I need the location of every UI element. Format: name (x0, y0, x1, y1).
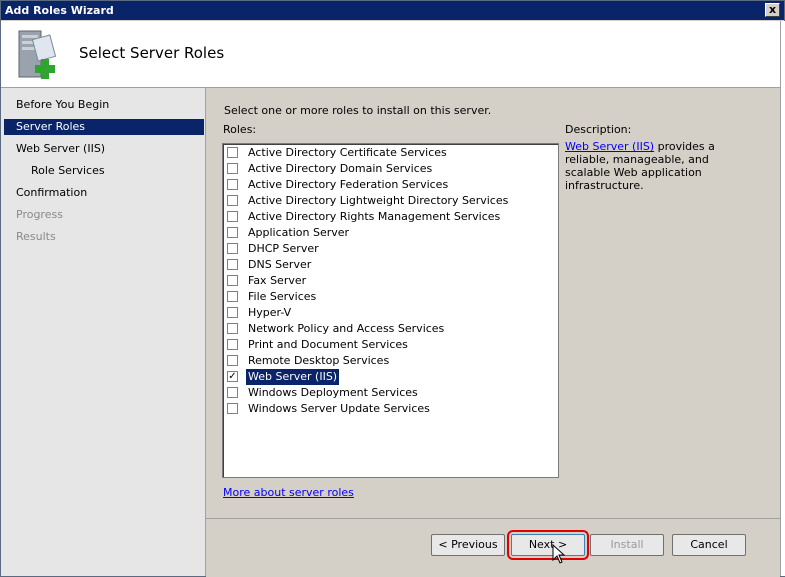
nav-item-before-you-begin[interactable]: Before You Begin (4, 97, 204, 113)
role-checkbox[interactable] (227, 339, 238, 350)
page-title: Select Server Roles (79, 44, 225, 62)
role-checkbox[interactable] (227, 179, 238, 190)
role-label[interactable]: Active Directory Rights Management Servi… (246, 209, 502, 225)
role-label[interactable]: Application Server (246, 225, 351, 241)
more-about-server-roles-link[interactable]: More about server roles (223, 486, 354, 499)
wizard-header: Select Server Roles (1, 21, 780, 88)
role-checkbox[interactable] (227, 195, 238, 206)
right-edge-strip (780, 21, 785, 576)
role-label[interactable]: Fax Server (246, 273, 308, 289)
description-link[interactable]: Web Server (IIS) (565, 140, 654, 153)
title-bar[interactable]: Add Roles Wizard x (1, 1, 784, 20)
role-checkbox[interactable] (227, 147, 238, 158)
previous-button[interactable]: < Previous (431, 534, 505, 556)
main-content: Select one or more roles to install on t… (206, 88, 780, 518)
wizard-footer: < Previous Next > Install Cancel (206, 518, 780, 577)
role-checkbox[interactable] (227, 307, 238, 318)
role-label[interactable]: Hyper-V (246, 305, 293, 321)
server-roles-add-icon (18, 30, 57, 79)
description-text: Web Server (IIS) provides a reliable, ma… (565, 140, 755, 192)
role-label[interactable]: Print and Document Services (246, 337, 410, 353)
role-label[interactable]: Active Directory Lightweight Directory S… (246, 193, 510, 209)
role-label[interactable]: File Services (246, 289, 318, 305)
role-checkbox[interactable] (227, 355, 238, 366)
role-checkbox[interactable] (227, 323, 238, 334)
close-button[interactable]: x (765, 3, 780, 17)
role-checkbox[interactable] (227, 227, 238, 238)
role-checkbox[interactable] (227, 243, 238, 254)
nav-item-web-server-iis[interactable]: Web Server (IIS) (4, 141, 204, 157)
role-checkbox[interactable] (227, 163, 238, 174)
role-label[interactable]: Active Directory Certificate Services (246, 145, 449, 161)
cancel-button[interactable]: Cancel (672, 534, 746, 556)
nav-item-role-services[interactable]: Role Services (4, 163, 204, 179)
description-label: Description: (565, 123, 632, 136)
role-label[interactable]: Active Directory Domain Services (246, 161, 434, 177)
role-label[interactable]: Windows Deployment Services (246, 385, 420, 401)
role-checkbox[interactable] (227, 275, 238, 286)
roles-label: Roles: (223, 123, 257, 136)
role-label[interactable]: Remote Desktop Services (246, 353, 391, 369)
role-checkbox[interactable] (227, 403, 238, 414)
role-checkbox[interactable] (227, 291, 238, 302)
role-checkbox-checked[interactable]: ✓ (227, 371, 238, 382)
role-checkbox[interactable] (227, 211, 238, 222)
wizard-window: Add Roles Wizard x Select Server Roles B… (0, 0, 785, 577)
role-label[interactable]: Active Directory Federation Services (246, 177, 450, 193)
roles-list[interactable]: Active Directory Certificate Services Ac… (222, 143, 559, 478)
instruction-text: Select one or more roles to install on t… (224, 104, 492, 117)
next-button[interactable]: Next > (507, 530, 589, 560)
nav-item-results: Results (16, 230, 56, 243)
nav-item-confirmation[interactable]: Confirmation (4, 185, 204, 201)
install-button: Install (590, 534, 664, 556)
nav-item-progress: Progress (16, 208, 63, 221)
role-checkbox[interactable] (227, 259, 238, 270)
mouse-pointer-icon (552, 544, 566, 564)
role-label[interactable]: Windows Server Update Services (246, 401, 432, 417)
role-label[interactable]: DNS Server (246, 257, 313, 273)
role-checkbox[interactable] (227, 387, 238, 398)
role-label[interactable]: Network Policy and Access Services (246, 321, 446, 337)
wizard-step-nav: Before You Begin Server Roles Web Server… (1, 88, 206, 576)
role-label[interactable]: Web Server (IIS) (246, 369, 340, 385)
role-label[interactable]: DHCP Server (246, 241, 321, 257)
window-title: Add Roles Wizard (5, 4, 114, 17)
nav-item-server-roles[interactable]: Server Roles (4, 119, 204, 135)
